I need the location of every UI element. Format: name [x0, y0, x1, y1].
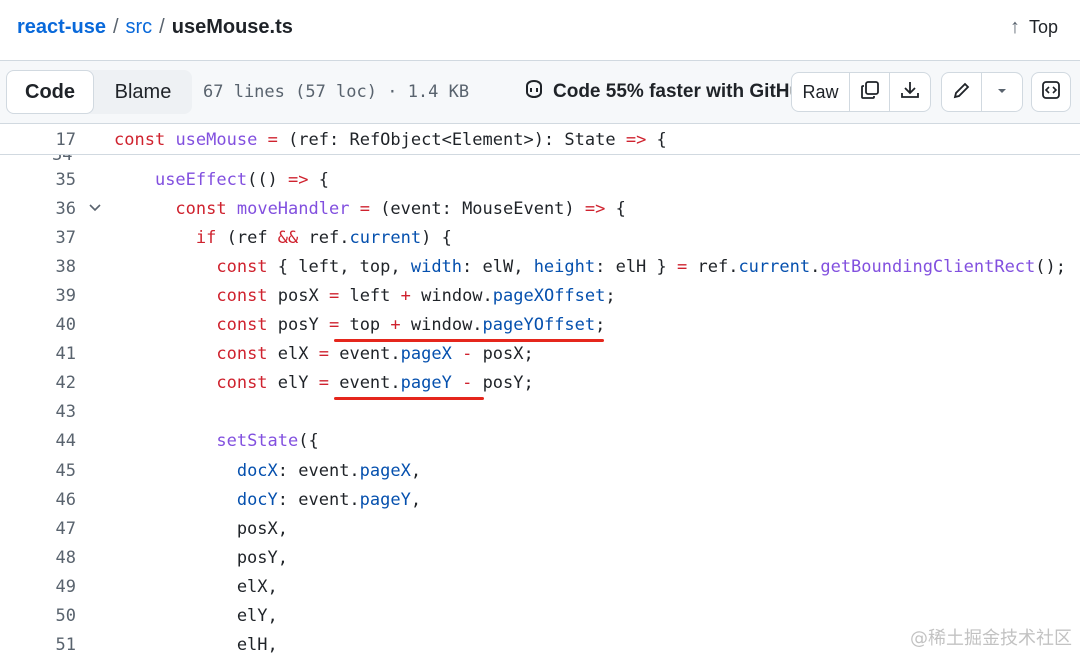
line-number[interactable]: 17	[0, 130, 76, 150]
download-icon	[900, 80, 920, 105]
code-tab[interactable]: Code	[6, 70, 94, 114]
code-line[interactable]: 46 docY: event.pageY,	[0, 485, 1080, 514]
symbols-panel-button[interactable]	[1031, 72, 1071, 112]
breadcrumb-separator: /	[159, 15, 165, 38]
code-text: const posY = top + window.pageYOffset;	[216, 315, 606, 335]
annotation-underline	[334, 339, 604, 342]
line-number[interactable]: 37	[0, 228, 76, 248]
code-text: docX: event.pageX,	[236, 460, 422, 481]
code-view[interactable]: 17 const useMouse = (ref: RefObject<Elem…	[0, 125, 1080, 653]
view-switcher: Code Blame	[6, 70, 192, 114]
sticky-code: const useMouse = (ref: RefObject<Element…	[114, 129, 667, 150]
copy-icon	[860, 80, 880, 105]
line-number[interactable]: 50	[0, 606, 76, 626]
breadcrumb-file-name: useMouse.ts	[171, 15, 293, 38]
code-line[interactable]: 48 posY,	[0, 543, 1080, 572]
code-text: const posX = left + window.pageXOffset;	[216, 285, 616, 306]
line-number[interactable]: 46	[0, 490, 76, 510]
line-number[interactable]: 36	[0, 199, 76, 219]
code-text: const elY = event.pageY - posY;	[216, 373, 534, 394]
file-toolbar: Code Blame 67 lines (57 loc) · 1.4 KB Co…	[0, 60, 1080, 124]
chevron-down-icon	[995, 82, 1009, 103]
line-number[interactable]: 41	[0, 344, 76, 364]
line-number[interactable]: 39	[0, 286, 76, 306]
raw-button[interactable]: Raw	[792, 73, 850, 111]
copy-button[interactable]	[850, 73, 890, 111]
code-text: elX,	[114, 576, 278, 597]
breadcrumb-repo-link[interactable]: react-use	[17, 16, 106, 39]
line-number[interactable]: 47	[0, 519, 76, 539]
code-line[interactable]: 41 const elX = event.pageX - posX;	[0, 340, 1080, 369]
sticky-scope-line[interactable]: 17 const useMouse = (ref: RefObject<Elem…	[0, 125, 1080, 155]
code-line[interactable]: 43	[0, 398, 1080, 427]
line-number[interactable]: 40	[0, 315, 76, 335]
arrow-up-icon: ↑	[1009, 15, 1020, 38]
line-number[interactable]: 51	[0, 635, 76, 653]
fold-chevron-icon[interactable]	[76, 201, 114, 217]
code-text: docY: event.pageY,	[236, 489, 422, 510]
watermark: @稀土掘金技术社区	[910, 628, 1072, 649]
code-line[interactable]: 45 docX: event.pageX,	[0, 456, 1080, 485]
code-text: const elX = event.pageX - posX;	[216, 344, 534, 365]
copilot-promo[interactable]: Code 55% faster with GitHub Copilot	[523, 79, 793, 105]
code-line[interactable]: 38 const { left, top, width: elW, height…	[0, 252, 1080, 281]
code-text: const { left, top, width: elW, height: e…	[216, 256, 1066, 277]
code-text: posX,	[114, 518, 288, 539]
edit-button-group	[941, 72, 1023, 112]
code-text: setState({	[216, 431, 319, 452]
code-line[interactable]: 36 const moveHandler = (event: MouseEven…	[0, 194, 1080, 223]
breadcrumb-folder-link[interactable]: src	[126, 16, 153, 39]
code-line[interactable]: 37 if (ref && ref.current) {	[0, 223, 1080, 252]
line-number[interactable]: 44	[0, 431, 76, 451]
breadcrumb: react-use / src / useMouse.ts	[17, 12, 293, 42]
line-number[interactable]: 45	[0, 461, 76, 481]
code-line[interactable]: 35 useEffect(() => {	[0, 165, 1080, 194]
line-number[interactable]: 48	[0, 548, 76, 568]
code-text: elY,	[114, 606, 278, 626]
code-line[interactable]: 42 const elY = event.pageY - posY;	[0, 369, 1080, 398]
top-button-label: Top	[1028, 16, 1058, 37]
line-number[interactable]: 38	[0, 257, 76, 277]
code-text: elH,	[114, 635, 278, 653]
code-line[interactable]: 40 const posY = top + window.pageYOffset…	[0, 311, 1080, 340]
code-line[interactable]: 47 posX,	[0, 514, 1080, 543]
copilot-promo-text: Code 55% faster with GitHub Copilot	[553, 81, 793, 102]
code-line[interactable]: 44 setState({	[0, 427, 1080, 456]
annotation-underline	[334, 397, 484, 400]
line-number[interactable]: 42	[0, 373, 76, 393]
code-line[interactable]: 39 const posX = left + window.pageXOffse…	[0, 281, 1080, 310]
pencil-icon	[952, 80, 972, 105]
raw-button-group: Raw	[791, 72, 931, 112]
code-text: posY,	[114, 547, 288, 568]
line-number[interactable]: 43	[0, 402, 76, 422]
code-line[interactable]: 49 elX,	[0, 572, 1080, 601]
blame-tab[interactable]: Blame	[94, 70, 192, 114]
file-meta: 67 lines (57 loc) · 1.4 KB	[203, 82, 470, 102]
code-text: useEffect(() => {	[154, 169, 329, 190]
download-button[interactable]	[890, 73, 930, 111]
line-number[interactable]: 49	[0, 577, 76, 597]
code-text: const moveHandler = (event: MouseEvent) …	[175, 198, 626, 219]
edit-menu-button[interactable]	[982, 73, 1022, 111]
line-number[interactable]: 35	[0, 170, 76, 190]
copilot-icon	[523, 79, 545, 105]
top-button[interactable]: ↑ Top	[1010, 12, 1058, 42]
breadcrumb-separator: /	[112, 15, 119, 38]
symbols-icon	[1041, 80, 1061, 105]
edit-button[interactable]	[942, 73, 982, 111]
code-text: if (ref && ref.current) {	[195, 227, 452, 248]
